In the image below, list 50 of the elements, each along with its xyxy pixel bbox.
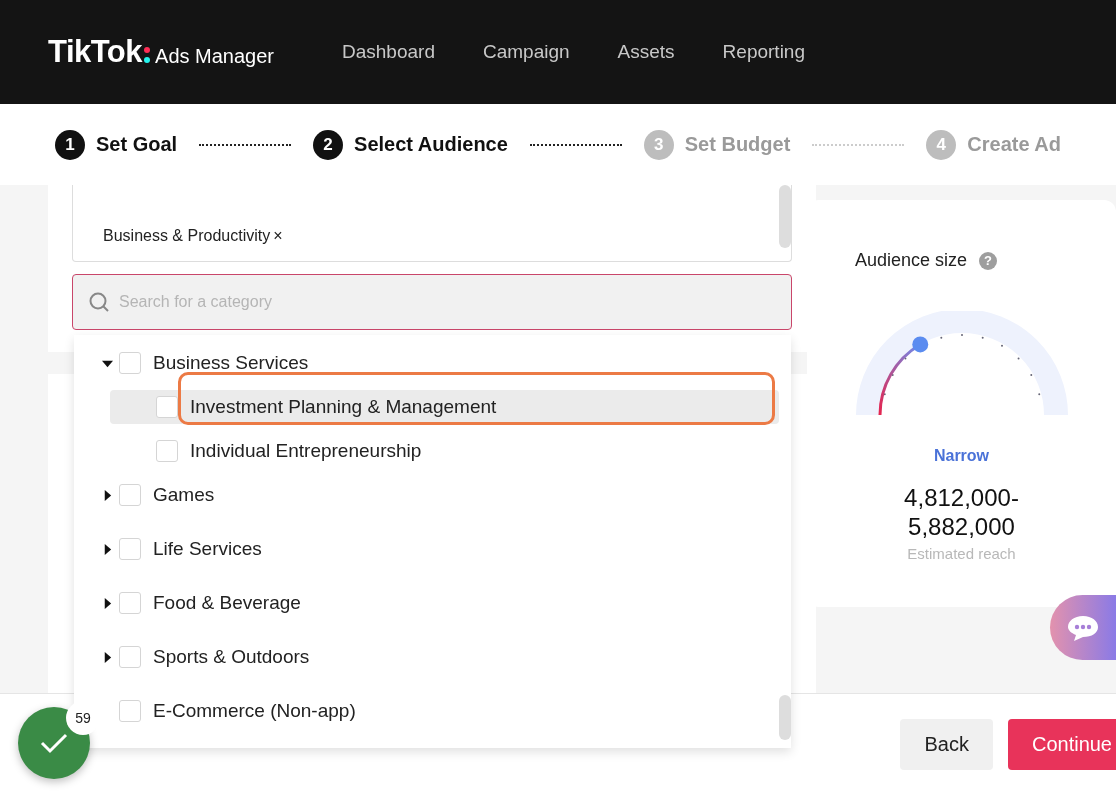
brand-logo[interactable]: TikTok [48, 34, 143, 70]
step-number: 4 [926, 129, 957, 160]
step-number: 2 [313, 129, 344, 160]
nav-link[interactable]: Dashboard [342, 41, 435, 63]
tag-label: Business & Productivity [103, 227, 271, 245]
checkmark-icon [40, 732, 68, 754]
search-field[interactable]: Search for a category [72, 274, 792, 330]
checkbox[interactable] [119, 538, 141, 560]
checkbox[interactable] [156, 396, 178, 418]
scrollbar[interactable] [779, 695, 791, 740]
category-item[interactable]: Investment Planning & Management [110, 390, 779, 424]
logo-dots-icon [143, 45, 152, 65]
caret-right-icon[interactable] [102, 597, 113, 609]
checkbox[interactable] [119, 484, 141, 506]
chat-bubble-icon [1066, 613, 1100, 642]
continue-button[interactable]: Continue [1007, 718, 1116, 770]
checkbox[interactable] [119, 352, 141, 374]
chat-button[interactable] [1050, 595, 1116, 660]
category-item[interactable]: Business Services [102, 336, 779, 390]
checkbox[interactable] [119, 700, 141, 722]
scrollbar[interactable] [779, 185, 791, 248]
caret-right-icon[interactable] [102, 489, 113, 501]
nav-link[interactable]: Reporting [722, 41, 805, 63]
audience-title: Audience size [855, 250, 968, 271]
nav-link[interactable]: Campaign [482, 41, 570, 63]
product-name: Ads Manager [155, 44, 274, 68]
checkbox[interactable] [119, 646, 141, 668]
step-number: 1 [55, 129, 85, 160]
category-item[interactable]: Life Services [102, 522, 779, 576]
search-icon [88, 291, 110, 313]
category-item[interactable]: Games [102, 468, 779, 522]
step-number: 3 [643, 129, 674, 160]
checkbox[interactable] [156, 440, 178, 462]
step-label: Create Ad [967, 133, 1061, 156]
category-item[interactable]: Sports & Outdoors [102, 630, 779, 684]
back-button[interactable]: Back [900, 718, 993, 770]
category-item[interactable]: Food & Beverage [102, 576, 779, 630]
category-item[interactable]: E-Commerce (Non-app) [102, 684, 779, 738]
step-label: Set Budget [684, 133, 791, 156]
caret-right-icon[interactable] [102, 651, 113, 663]
reach-label: Estimated reach [907, 545, 1016, 562]
step-label: Select Audience [354, 133, 508, 156]
caret-right-icon[interactable] [102, 543, 113, 555]
reach-range: 4,812,000- 5,882,000 [904, 483, 1019, 541]
remove-tag-button[interactable]: × [270, 227, 283, 245]
step-label: Set Goal [96, 133, 178, 156]
audience-rating: Narrow [933, 447, 990, 465]
nav-link[interactable]: Assets [617, 41, 675, 63]
checkbox[interactable] [119, 592, 141, 614]
category-item[interactable]: Individual Entrepreneurship [110, 434, 779, 468]
